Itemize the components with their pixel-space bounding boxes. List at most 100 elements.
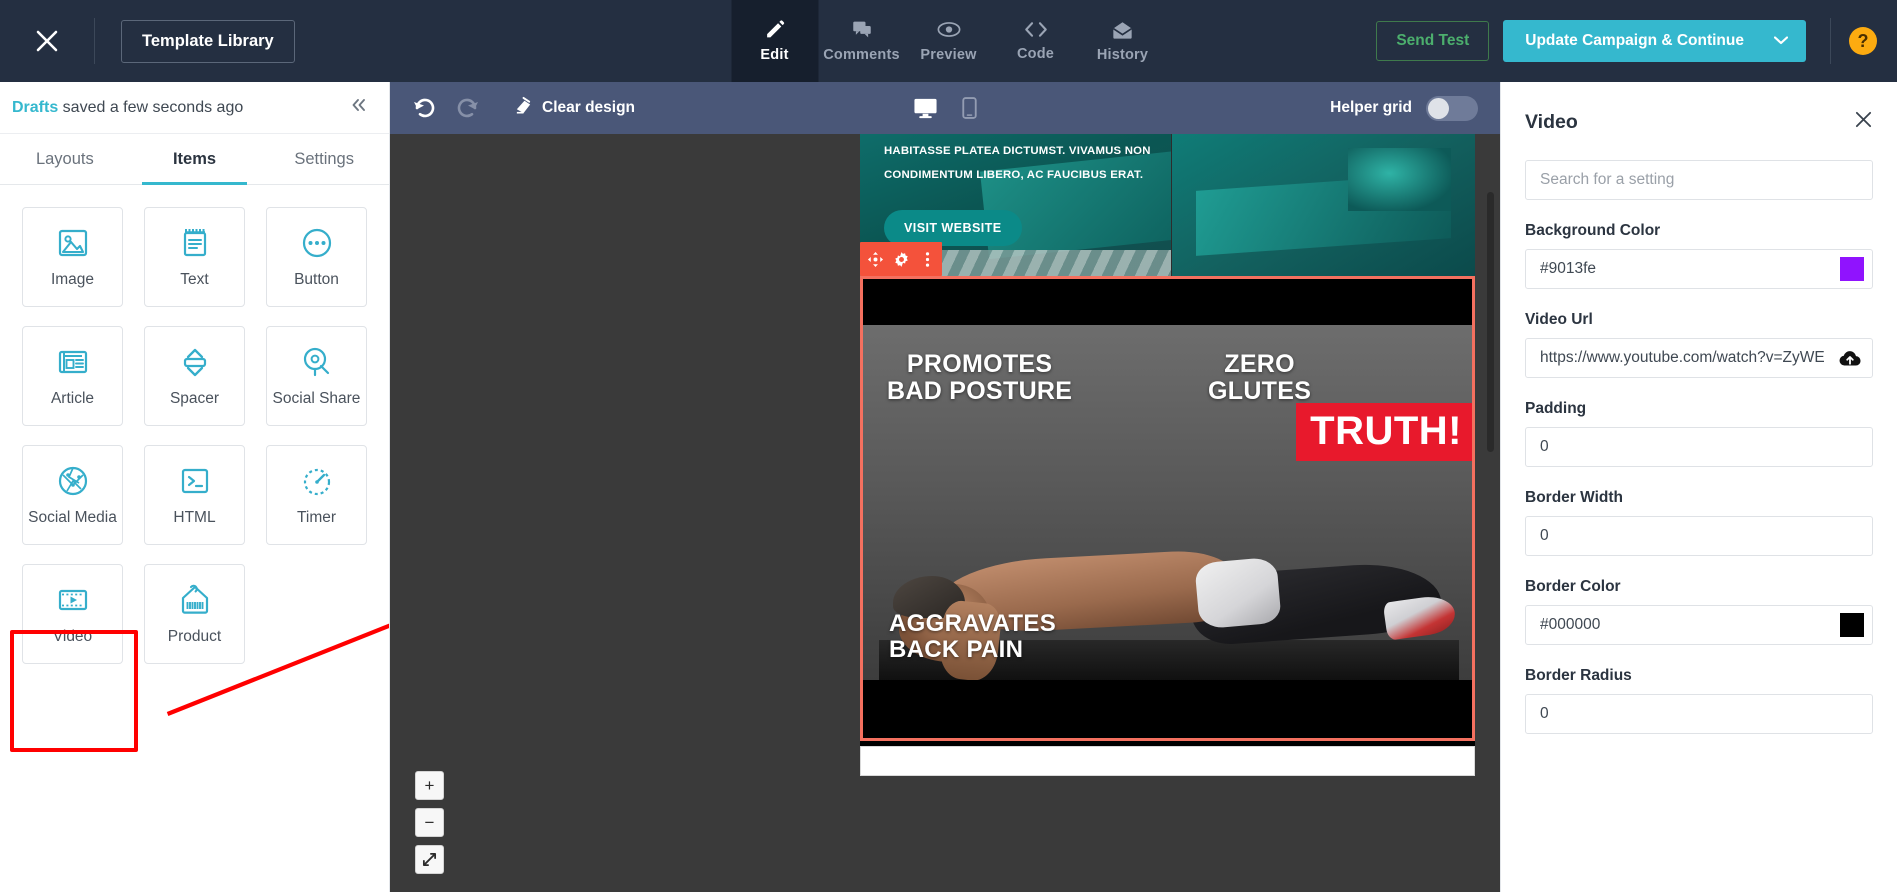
email-document: HABITASSE PLATEA DICTUMST. VIVAMUS NON C… — [860, 134, 1475, 776]
border-width-label: Border Width — [1525, 489, 1624, 506]
item-card-label: Social Share — [272, 390, 361, 407]
item-card-article[interactable]: Article — [22, 326, 123, 426]
clear-design-button[interactable]: Clear design — [514, 96, 635, 120]
background-color-swatch[interactable] — [1840, 257, 1864, 281]
gear-icon[interactable] — [888, 246, 914, 272]
collapse-panel-icon[interactable] — [341, 93, 377, 123]
padding-field[interactable] — [1525, 427, 1873, 467]
overlay-text-top-right: ZERO GLUTES — [1208, 351, 1311, 404]
tab-history[interactable]: History — [1079, 0, 1166, 82]
clear-design-label: Clear design — [542, 99, 636, 116]
video-url-input[interactable] — [1526, 339, 1838, 377]
article-icon — [55, 344, 91, 380]
tab-preview[interactable]: Preview — [905, 0, 992, 82]
sidebar-tab-layouts[interactable]: Layouts — [0, 134, 130, 184]
items-grid: Image Text Button Article Spacer Social … — [22, 207, 367, 664]
border-color-swatch[interactable] — [1840, 613, 1864, 637]
background-color-field[interactable] — [1525, 249, 1873, 289]
canvas-area[interactable]: HABITASSE PLATEA DICTUMST. VIVAMUS NON C… — [390, 134, 1500, 892]
undo-icon[interactable] — [412, 98, 436, 118]
canvas-toolbar: Clear design Helper grid — [390, 82, 1500, 134]
visit-website-button[interactable]: VISIT WEBSITE — [884, 210, 1022, 246]
border-width-input[interactable] — [1526, 517, 1872, 555]
move-icon[interactable] — [862, 246, 888, 272]
item-card-spacer[interactable]: Spacer — [144, 326, 245, 426]
item-card-timer[interactable]: Timer — [266, 445, 367, 545]
item-card-image[interactable]: Image — [22, 207, 123, 307]
zoom-in-button[interactable]: + — [415, 771, 444, 800]
code-icon — [1024, 20, 1047, 39]
sidebar-header: Drafts saved a few seconds ago — [0, 82, 389, 134]
border-radius-field[interactable] — [1525, 694, 1873, 734]
cloud-upload-icon[interactable] — [1838, 349, 1862, 368]
border-color-field[interactable] — [1525, 605, 1873, 645]
top-bar-right: Send Test Update Campaign & Continue ? — [1376, 0, 1897, 82]
search-setting-input[interactable] — [1525, 160, 1873, 200]
padding-input[interactable] — [1526, 428, 1872, 466]
chevron-down-icon[interactable] — [1773, 32, 1789, 50]
item-card-social-media[interactable]: Social Media — [22, 445, 123, 545]
left-sidebar: Drafts saved a few seconds ago Layouts I… — [0, 82, 390, 892]
toggle-knob — [1428, 97, 1449, 119]
mobile-icon[interactable] — [962, 97, 977, 119]
helper-grid-toggle[interactable] — [1426, 95, 1478, 121]
expand-icon[interactable] — [415, 845, 444, 874]
figure-shoe — [1382, 593, 1458, 641]
tab-code[interactable]: Code — [992, 0, 1079, 82]
hero-paragraph: HABITASSE PLATEA DICTUMST. VIVAMUS NON C… — [884, 140, 1163, 188]
tab-edit[interactable]: Edit — [731, 0, 818, 82]
canvas-scrollbar[interactable] — [1487, 192, 1494, 452]
comments-icon — [851, 19, 872, 40]
sidebar-tab-items[interactable]: Items — [130, 134, 260, 185]
video-letterbox-bottom — [863, 686, 1472, 738]
figure-shirt — [1194, 556, 1282, 630]
item-card-html[interactable]: HTML — [144, 445, 245, 545]
item-card-button[interactable]: Button — [266, 207, 367, 307]
tab-preview-label: Preview — [920, 47, 977, 63]
tab-comments[interactable]: Comments — [818, 0, 905, 82]
video-play-icon — [55, 582, 91, 618]
send-test-button[interactable]: Send Test — [1376, 21, 1490, 61]
desktop-icon[interactable] — [913, 97, 938, 119]
top-nav-tabs: Edit Comments Preview Code History — [731, 0, 1166, 82]
overlay-text-bottom: AGGRAVATES BACK PAIN — [889, 611, 1056, 662]
divider — [94, 18, 95, 64]
device-switcher — [913, 97, 977, 119]
divider — [1830, 18, 1831, 64]
item-card-label: Video — [52, 628, 93, 645]
item-card-video[interactable]: Video — [22, 564, 123, 664]
close-icon[interactable] — [26, 20, 68, 62]
hero-block[interactable]: HABITASSE PLATEA DICTUMST. VIVAMUS NON C… — [860, 134, 1475, 276]
next-block-placeholder[interactable] — [860, 746, 1475, 776]
settings-panel: Video Background Color Video Url Padding — [1500, 82, 1897, 892]
border-color-label: Border Color — [1525, 578, 1621, 595]
item-card-label: Social Media — [28, 509, 117, 526]
timer-icon — [299, 463, 335, 499]
redo-icon[interactable] — [456, 98, 480, 118]
video-block-selected[interactable]: PROMOTES BAD POSTURE ZERO GLUTES TRUTH! … — [860, 276, 1475, 741]
more-vertical-icon[interactable] — [914, 246, 940, 272]
sidebar-tab-settings[interactable]: Settings — [259, 134, 389, 184]
item-card-product[interactable]: Product — [144, 564, 245, 664]
border-color-input[interactable] — [1526, 606, 1840, 644]
price-tag-icon — [177, 582, 213, 618]
video-url-field[interactable] — [1525, 338, 1873, 378]
border-radius-input[interactable] — [1526, 695, 1872, 733]
overlay-promotes-line2: BAD POSTURE — [887, 376, 1073, 405]
drafts-link[interactable]: Drafts — [12, 99, 58, 116]
item-card-label: Product — [167, 628, 222, 645]
update-campaign-button[interactable]: Update Campaign & Continue — [1503, 20, 1806, 62]
background-color-input[interactable] — [1526, 250, 1840, 288]
social-share-icon — [299, 344, 335, 380]
help-button[interactable]: ? — [1849, 27, 1877, 55]
border-width-field[interactable] — [1525, 516, 1873, 556]
item-card-label: Spacer — [169, 390, 220, 407]
item-card-label: Article — [50, 390, 95, 407]
top-bar-left: Template Library — [0, 0, 295, 82]
item-card-social-share[interactable]: Social Share — [266, 326, 367, 426]
item-card-text[interactable]: Text — [144, 207, 245, 307]
template-library-button[interactable]: Template Library — [121, 19, 295, 63]
helper-grid-control: Helper grid — [1330, 95, 1478, 121]
zoom-out-button[interactable]: − — [415, 808, 444, 837]
close-icon[interactable] — [1854, 110, 1873, 134]
